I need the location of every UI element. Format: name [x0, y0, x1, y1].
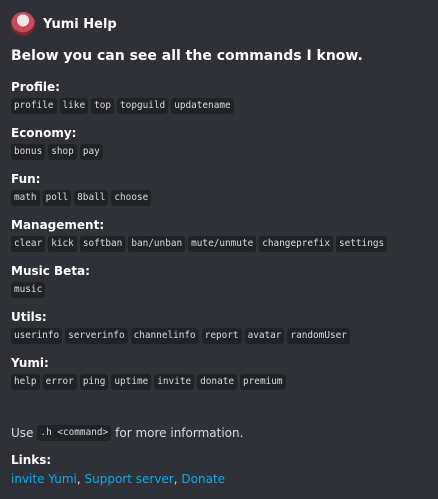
command-code: updatename [171, 98, 234, 114]
command-code: ban/unban [128, 236, 186, 252]
command-code: topguild [117, 98, 169, 114]
command-code: premium [240, 374, 286, 390]
command-field: Profile: profile like top topguild updatename [11, 79, 428, 115]
command-code: pay [79, 144, 103, 160]
field-name: Music Beta: [11, 264, 90, 278]
command-code: math [11, 190, 40, 206]
field-commands: music [11, 281, 428, 299]
field-name: Utils: [11, 310, 47, 324]
command-code: clear [11, 236, 46, 252]
link-separator: , [76, 472, 85, 486]
command-code: mute/unmute [188, 236, 257, 252]
command-code: report [201, 328, 242, 344]
command-code: like [59, 98, 89, 114]
usage-hint: Use .h <command> for more information. [11, 425, 243, 441]
command-code: ping [79, 374, 109, 390]
field-name: Fun: [11, 172, 41, 186]
usage-prefix: Use [11, 426, 34, 440]
command-code: bonus [11, 144, 46, 160]
command-code: kick [48, 236, 77, 252]
links-title: Links: [11, 453, 52, 467]
command-code: music [11, 282, 46, 298]
help-embed: Yumi Help Below you can see all the comm… [0, 0, 438, 499]
link-invite-yumi[interactable]: invite Yumi [11, 472, 77, 486]
command-field: Yumi: help error ping uptime invite donate prem… [11, 355, 428, 391]
command-field: Management: clear kick softban ban/unban mute… [11, 217, 428, 253]
links-list: invite Yumi, Support server, Donate [11, 472, 225, 486]
field-commands: help error ping uptime invite donate premium [11, 373, 428, 391]
command-code: invite [154, 374, 195, 390]
embed-title: Below you can see all the commands I kno… [11, 48, 363, 64]
field-commands: clear kick softban ban/unban mute/unmute chan… [11, 235, 428, 253]
command-code: top [91, 98, 115, 114]
command-code: donate [197, 374, 238, 390]
command-code: changeprefix [259, 236, 333, 252]
link-donate[interactable]: Donate [181, 472, 225, 486]
command-field: Economy: bonus shop pay [11, 125, 428, 161]
command-code: userinfo [11, 328, 63, 344]
command-code: error [42, 374, 77, 390]
command-code: softban [79, 236, 126, 252]
embed-author: Yumi Help [11, 10, 428, 38]
command-code: profile [11, 98, 57, 114]
field-commands: userinfo serverinfo channelinfo report avata… [11, 327, 428, 345]
links-field: Links: invite Yumi, Support server, Dona… [11, 452, 225, 486]
command-field: Utils: userinfo serverinfo channelinfo repor… [11, 309, 428, 345]
author-name: Yumi Help [43, 16, 117, 32]
command-code: help [11, 374, 40, 390]
field-commands: bonus shop pay [11, 143, 428, 161]
field-name: Economy: [11, 126, 77, 140]
command-code: randomUser [287, 328, 350, 344]
field-commands: profile like top topguild updatename [11, 97, 428, 115]
field-commands: math poll 8ball choose [11, 189, 428, 207]
command-code: uptime [111, 374, 152, 390]
field-name: Management: [11, 218, 105, 232]
usage-suffix: for more information. [115, 426, 244, 440]
usage-code: .h <command> [37, 425, 112, 441]
command-code: channelinfo [130, 328, 199, 344]
command-code: choose [111, 190, 152, 206]
command-code: poll [42, 190, 72, 206]
command-code: avatar [244, 328, 285, 344]
command-fields: Profile: profile like top topguild updatename… [11, 79, 428, 391]
yumi-avatar[interactable] [11, 12, 35, 36]
command-field: Music Beta: music [11, 263, 428, 299]
command-code: 8ball [74, 190, 109, 206]
command-code: shop [48, 144, 77, 160]
field-name: Profile: [11, 80, 60, 94]
command-code: settings [335, 236, 388, 252]
field-name: Yumi: [11, 356, 49, 370]
link-support-server[interactable]: Support server [85, 472, 174, 486]
command-code: serverinfo [65, 328, 128, 344]
command-field: Fun: math poll 8ball choose [11, 171, 428, 207]
